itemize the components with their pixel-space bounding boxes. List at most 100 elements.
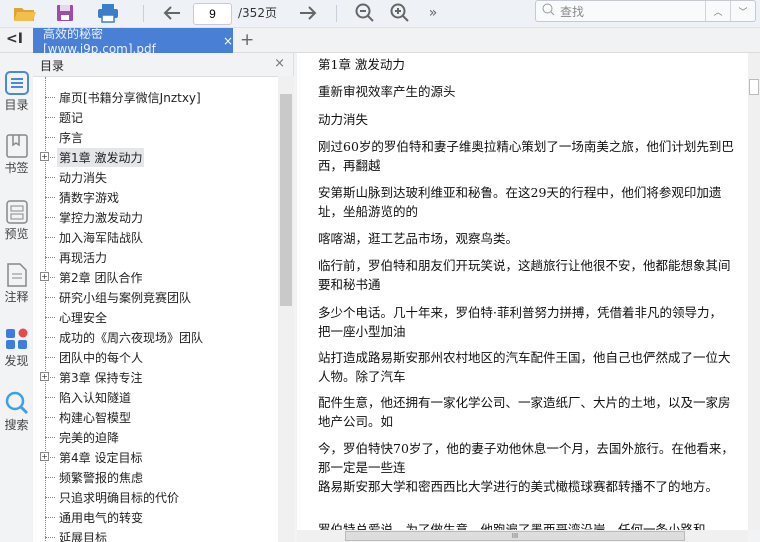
preview-icon	[0, 199, 33, 225]
next-page-button[interactable]	[296, 2, 320, 24]
page-number-input[interactable]	[193, 3, 232, 25]
document-paragraph: 安第斯山脉到达玻利维亚和秘鲁。在这29天的行程中，他们将参观印加遗址，坐船游览的…	[318, 185, 722, 219]
annotation-icon	[0, 262, 33, 288]
toc-item[interactable]: 加入海军陆战队	[33, 227, 278, 247]
toc-item[interactable]: + 第1章 激发动力	[33, 147, 278, 167]
rail-label: 预览	[4, 227, 29, 241]
toc-item[interactable]: 陷入认知隧道	[33, 387, 278, 407]
close-tab-icon[interactable]: ×	[223, 34, 233, 48]
toc-item-label: 题记	[59, 110, 84, 125]
toc-item[interactable]: 构建心智模型	[33, 407, 278, 427]
document-paragraph: 第1章 激发动力	[318, 57, 405, 72]
document-paragraph: 喀喀湖，逛工艺品市场，观察鸟类。	[318, 231, 519, 246]
rail-search[interactable]: 搜索	[0, 390, 33, 433]
rail-label: 发现	[4, 354, 29, 368]
rail-preview[interactable]: 预览	[0, 199, 33, 242]
toolbar: /352页 » 查找 ︿ ﹀	[0, 0, 760, 28]
toc-item[interactable]: 只追求明确目标的代价	[33, 487, 278, 507]
toc-item[interactable]: 猜数字游戏	[33, 187, 278, 207]
toc-panel: 目录 × 扉页[书籍分享微信Jnztxy] 题记序言 + 第1章 激发动力动力消失猜数…	[33, 53, 294, 542]
document-paragraph: 刚过60岁的罗伯特和妻子维奥拉精心策划了一场南美之旅，他们计划先到巴西，再翻越	[318, 139, 734, 173]
toc-item[interactable]: 再现活力	[33, 247, 278, 267]
search-next-button[interactable]: ﹀	[730, 1, 755, 21]
toc-item-label: 心理安全	[59, 310, 108, 325]
toc-tree: 扉页[书籍分享微信Jnztxy] 题记序言 + 第1章 激发动力动力消失猜数字游戏掌控…	[33, 76, 278, 542]
search-previous-button[interactable]: ︿	[705, 1, 730, 21]
tab-bar: <I 高效的秘密[www.j9p.com].pdf × +	[0, 27, 760, 56]
toc-item-label: 构建心智模型	[59, 410, 132, 425]
tab-title: 高效的秘密[www.j9p.com].pdf	[43, 27, 156, 56]
toc-item-label: 猜数字游戏	[59, 190, 120, 205]
toc-item-label: 完美的迫降	[59, 430, 120, 445]
rail-bookmark[interactable]: 书签	[0, 133, 33, 176]
toc-item[interactable]: 题记	[33, 107, 278, 127]
document-paragraph: 路易斯安那大学和密西西比大学进行的美式橄榄球赛都转播不了的地方。	[318, 479, 719, 494]
rail-label: 注释	[4, 290, 29, 304]
toc-item[interactable]: 动力消失	[33, 167, 278, 187]
toc-item-label: 掌控力激发动力	[59, 210, 144, 225]
toc-item-label: 序言	[59, 130, 84, 145]
toc-title: 目录	[40, 59, 65, 73]
search-icon	[542, 3, 555, 19]
save-icon[interactable]	[54, 2, 76, 24]
toc-item-label: 团队中的每个人	[59, 350, 144, 365]
rail-label: 书签	[4, 161, 29, 175]
toc-item[interactable]: 团队中的每个人	[33, 347, 278, 367]
rail-label: 搜索	[4, 418, 29, 432]
toc-item[interactable]: 掌控力激发动力	[33, 207, 278, 227]
toc-item-label: 动力消失	[59, 170, 108, 185]
toc-item[interactable]: 心理安全	[33, 307, 278, 327]
collapse-sidebar-button[interactable]: <I	[6, 31, 23, 47]
tab-document[interactable]: 高效的秘密[www.j9p.com].pdf ×	[33, 27, 233, 56]
toc-item[interactable]: 研究小组与案例竞赛团队	[33, 287, 278, 307]
rail-toc[interactable]: 目录	[0, 70, 33, 113]
zoom-out-button[interactable]	[354, 2, 376, 24]
page-total: /352页	[238, 6, 277, 20]
more-tools-button[interactable]: »	[424, 2, 442, 24]
toc-scrollbar[interactable]	[278, 76, 294, 542]
document-paragraph: 站打造成路易斯安那州农村地区的汽车配件王国，他自己也俨然成了一位大人物。除了汽车	[318, 350, 731, 384]
expand-icon[interactable]: +	[40, 452, 49, 461]
bookmark-icon	[0, 133, 33, 159]
search-icon	[0, 390, 33, 416]
rail-discover[interactable]: 发现	[0, 326, 33, 369]
toc-item[interactable]: 完美的迫降	[33, 427, 278, 447]
toc-item[interactable]: 频繁警报的焦虑	[33, 467, 278, 487]
toc-item[interactable]: 成功的《周六夜现场》团队	[33, 327, 278, 347]
toc-item-label: 第4章 设定目标	[59, 450, 143, 465]
toc-icon	[0, 70, 33, 96]
previous-page-button[interactable]	[160, 2, 184, 24]
toc-item[interactable]: 延展目标	[33, 527, 278, 542]
toc-item[interactable]: 序言	[33, 127, 278, 147]
document-paragraph: 今，罗伯特快70岁了，他的妻子劝他休息一个月，去国外旅行。在他看来，那一定是一些…	[318, 441, 734, 475]
toc-item[interactable]: 通用电气的转变	[33, 507, 278, 527]
expand-icon[interactable]: +	[40, 272, 49, 281]
rail-label: 目录	[4, 98, 29, 112]
zoom-in-button[interactable]	[389, 2, 411, 24]
toc-item-label: 只追求明确目标的代价	[59, 490, 180, 505]
close-toc-icon[interactable]: ×	[274, 56, 285, 71]
toc-item-label: 陷入认知隧道	[59, 390, 132, 405]
document-vertical-scrollbar[interactable]	[748, 53, 760, 530]
document-paragraph: 动力消失	[318, 112, 369, 127]
open-folder-icon[interactable]	[12, 2, 38, 24]
expand-icon[interactable]: +	[40, 372, 49, 381]
toc-item[interactable]: + 第2章 团队合作	[33, 267, 278, 287]
toc-item-label: 频繁警报的焦虑	[59, 470, 144, 485]
toc-item-label: 再现活力	[59, 250, 108, 265]
search-box: 查找 ︿ ﹀	[535, 0, 756, 22]
document-paragraph: 配件生意，他还拥有一家化学公司、一家造纸厂、大片的土地，以及一家房地产公司。如	[318, 395, 731, 429]
search-input[interactable]: 查找	[536, 1, 705, 21]
document-paragraph: 多少个电话。几十年来，罗伯特·菲利普努力拼搏，凭借着非凡的领导力，把一座小型加油	[318, 305, 722, 339]
search-placeholder: 查找	[560, 4, 585, 19]
print-icon[interactable]	[96, 2, 120, 24]
expand-icon[interactable]: +	[40, 152, 49, 161]
toc-item[interactable]: 扉页[书籍分享微信Jnztxy]	[33, 87, 278, 107]
new-tab-button[interactable]: +	[240, 30, 254, 50]
document-horizontal-scrollbar[interactable]: III	[297, 530, 748, 542]
document-paragraph: 罗伯特总爱说，为了做生意，他跑遍了墨西哥湾沿岸，任何一条小路和	[318, 522, 706, 530]
rail-annotation[interactable]: 注释	[0, 262, 33, 305]
toc-item[interactable]: + 第4章 设定目标	[33, 447, 278, 467]
document-paragraph: 临行前，罗伯特和朋友们开玩笑说，这趟旅行让他很不安，他都能想象其间要和秘书通	[318, 258, 731, 292]
toc-item[interactable]: + 第3章 保持专注	[33, 367, 278, 387]
